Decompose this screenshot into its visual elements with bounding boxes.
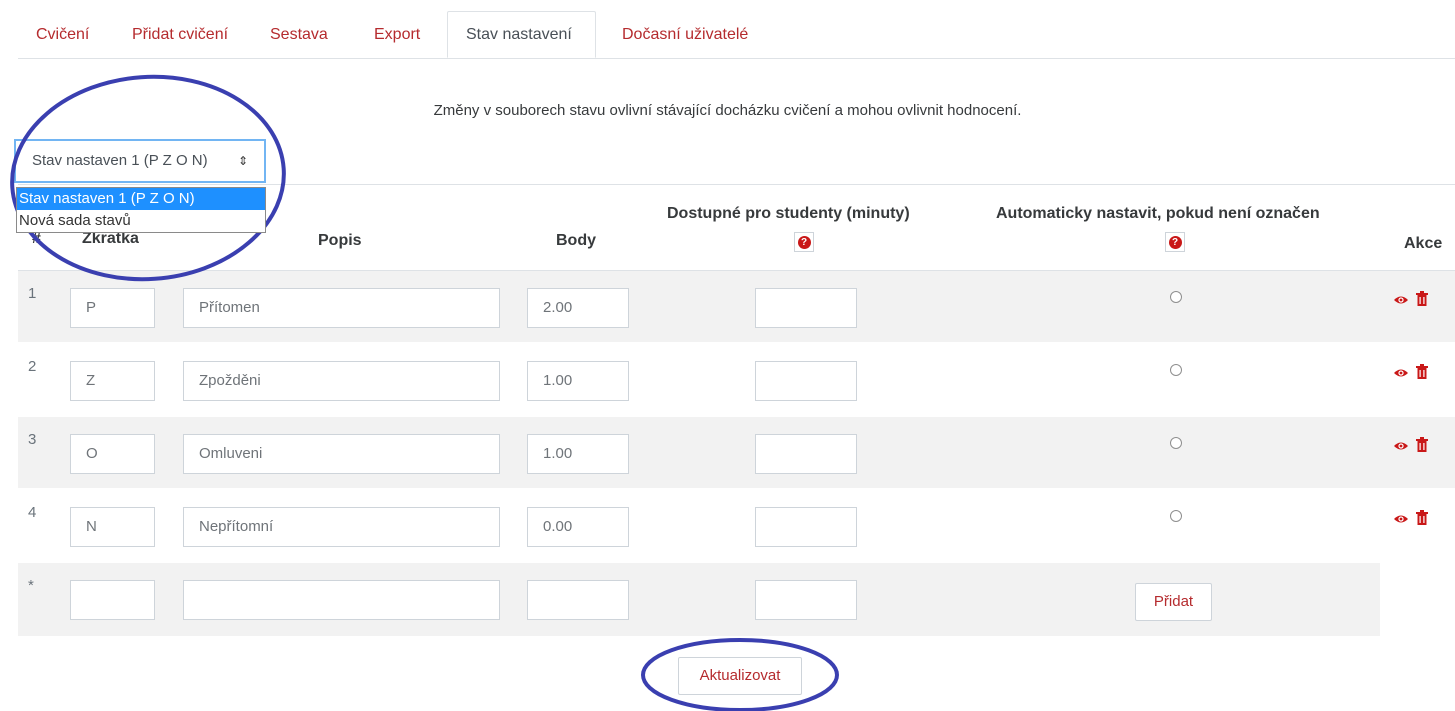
new-status-row: * Přidat [18, 563, 1380, 636]
new-description-input[interactable] [183, 580, 500, 620]
select-arrows-icon: ⇕ [237, 154, 248, 168]
add-status-button[interactable]: Přidat [1135, 583, 1212, 621]
status-set-select[interactable]: Stav nastaven 1 (P Z O N) ⇕ [14, 139, 266, 183]
header-grade: Body [556, 232, 596, 249]
table-row: 4 N Nepřítomní 0.00 [18, 490, 1455, 561]
row-number: 3 [28, 431, 37, 448]
description-input[interactable]: Nepřítomní [183, 507, 500, 547]
status-change-notice: Změny v souborech stavu ovlivní stávajíc… [433, 102, 1022, 119]
table-row: 1 P Přítomen 2.00 [18, 271, 1455, 342]
table-row: 2 Z Zpožděni 1.00 [18, 344, 1455, 415]
row-number: 4 [28, 504, 37, 521]
description-input[interactable]: Omluveni [183, 434, 500, 474]
eye-icon[interactable] [1394, 366, 1408, 380]
help-icon-student-minutes[interactable]: ? [794, 232, 814, 252]
grade-input[interactable]: 0.00 [527, 507, 629, 547]
status-set-selected-value: Stav nastaven 1 (P Z O N) [32, 152, 208, 169]
student-minutes-input[interactable] [755, 434, 857, 474]
tab-report[interactable]: Sestava [270, 12, 328, 58]
new-grade-input[interactable] [527, 580, 629, 620]
grade-input[interactable]: 1.00 [527, 434, 629, 474]
acronym-input[interactable]: N [70, 507, 155, 547]
tab-temporary-users[interactable]: Dočasní uživatelé [622, 12, 748, 58]
header-auto-set: Automaticky nastavit, pokud není označen [996, 205, 1320, 222]
auto-set-radio[interactable] [1170, 437, 1182, 449]
new-acronym-input[interactable] [70, 580, 155, 620]
description-input[interactable]: Přítomen [183, 288, 500, 328]
grade-input[interactable]: 1.00 [527, 361, 629, 401]
eye-icon[interactable] [1394, 439, 1408, 453]
trash-icon[interactable] [1416, 510, 1428, 525]
student-minutes-input[interactable] [755, 507, 857, 547]
acronym-input[interactable]: O [70, 434, 155, 474]
tab-export[interactable]: Export [374, 12, 420, 58]
trash-icon[interactable] [1416, 291, 1428, 306]
table-top-border [18, 184, 1455, 185]
description-input[interactable]: Zpožděni [183, 361, 500, 401]
row-number: 1 [28, 285, 37, 302]
header-actions: Akce [1404, 235, 1443, 252]
auto-set-radio[interactable] [1170, 364, 1182, 376]
trash-icon[interactable] [1416, 437, 1428, 452]
row-number: 2 [28, 358, 37, 375]
tab-add-exercise[interactable]: Přidat cvičení [132, 12, 228, 58]
grade-input[interactable]: 2.00 [527, 288, 629, 328]
table-row: 3 O Omluveni 1.00 [18, 417, 1455, 488]
student-minutes-input[interactable] [755, 288, 857, 328]
eye-icon[interactable] [1394, 293, 1408, 307]
acronym-input[interactable]: Z [70, 361, 155, 401]
student-minutes-input[interactable] [755, 361, 857, 401]
tab-exercises[interactable]: Cvičení [36, 12, 89, 58]
auto-set-radio[interactable] [1170, 510, 1182, 522]
trash-icon[interactable] [1416, 364, 1428, 379]
update-button[interactable]: Aktualizovat [678, 657, 802, 695]
dropdown-option-new-status-set[interactable]: Nová sada stavů [17, 210, 265, 232]
tab-bar: Cvičení Přidat cvičení Sestava Export St… [18, 0, 1455, 59]
tab-status-set[interactable]: Stav nastavení [447, 11, 596, 58]
status-set-dropdown: Stav nastaven 1 (P Z O N) Nová sada stav… [16, 187, 266, 233]
eye-icon[interactable] [1394, 512, 1408, 526]
dropdown-option-status-set-1[interactable]: Stav nastaven 1 (P Z O N) [17, 188, 265, 210]
new-student-minutes-input[interactable] [755, 580, 857, 620]
header-student-minutes: Dostupné pro studenty (minuty) [667, 205, 910, 222]
auto-set-radio[interactable] [1170, 291, 1182, 303]
help-icon-auto-set[interactable]: ? [1165, 232, 1185, 252]
header-description: Popis [318, 232, 362, 249]
acronym-input[interactable]: P [70, 288, 155, 328]
row-number: * [28, 577, 34, 594]
